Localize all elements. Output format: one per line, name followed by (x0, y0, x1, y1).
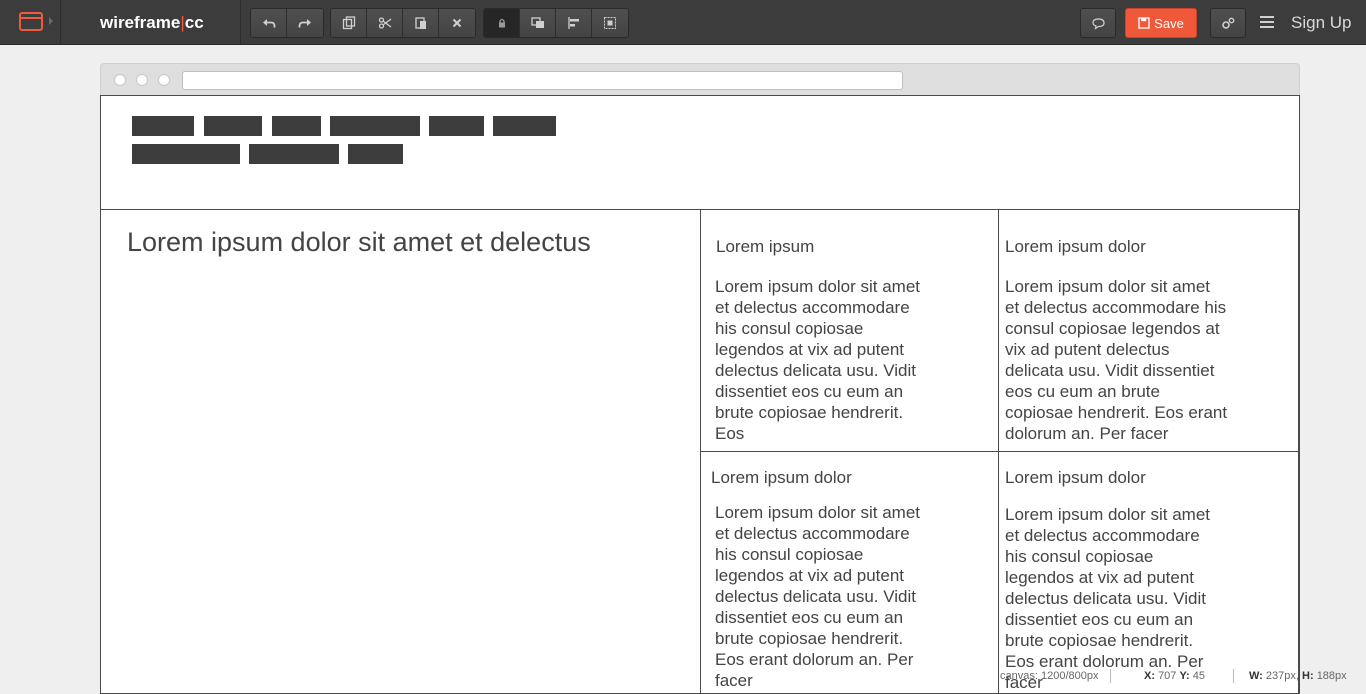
undo-button[interactable] (251, 9, 287, 37)
nav-block[interactable] (429, 116, 484, 136)
duplicate-icon (342, 16, 355, 30)
window-close-dot (114, 74, 126, 86)
cell-body[interactable]: Lorem ipsum dolor sit amet et delectus ac… (1005, 504, 1210, 693)
group-button[interactable] (592, 9, 628, 37)
grid-divider (998, 210, 999, 694)
delete-icon (452, 18, 462, 28)
browser-chrome (100, 63, 1300, 96)
nav-section[interactable] (101, 96, 1299, 210)
nav-block[interactable] (132, 116, 194, 136)
group-icon (604, 17, 616, 29)
grid-divider (1298, 210, 1299, 694)
cursor-position-readout: X: 707 Y: 45 (1144, 670, 1205, 682)
cut-icon (378, 17, 391, 29)
status-divider (1233, 669, 1234, 683)
redo-icon (298, 19, 311, 28)
wireframe-logo-icon (19, 12, 43, 31)
canvas-size-readout: canvas: 1200/800px (1000, 670, 1099, 682)
window-minimize-dot (136, 74, 148, 86)
nav-block[interactable] (204, 116, 262, 136)
wireframe-canvas[interactable]: Lorem ipsum dolor sit amet et delectus L… (100, 95, 1300, 694)
hamburger-menu-icon[interactable] (1260, 16, 1274, 28)
nav-block[interactable] (348, 144, 403, 164)
nav-block[interactable] (272, 116, 321, 136)
lock-icon (498, 18, 505, 28)
redo-button[interactable] (287, 9, 323, 37)
edit-group (330, 8, 476, 38)
grid-divider (700, 210, 701, 694)
selection-size-readout: W: 237px, H: 188px (1249, 670, 1347, 682)
duplicate-button[interactable] (331, 9, 367, 37)
url-bar[interactable] (182, 71, 903, 90)
app-toolbar: wireframe|cc Save Sign Up (0, 0, 1366, 45)
nav-block[interactable] (132, 144, 240, 164)
align-button[interactable] (556, 9, 592, 37)
cell-body[interactable]: Lorem ipsum dolor sit amet et delectus ac… (1005, 276, 1227, 444)
settings-icon (1221, 17, 1234, 29)
cell-title[interactable]: Lorem ipsum (716, 237, 814, 257)
paste-icon (414, 17, 426, 29)
brand-logo: wireframe|cc (61, 0, 241, 45)
align-icon (567, 17, 579, 29)
grid-divider (700, 451, 1299, 452)
cell-title[interactable]: Lorem ipsum dolor (711, 468, 852, 488)
cell-body[interactable]: Lorem ipsum dolor sit amet et delectus ac… (715, 502, 920, 691)
hero-title[interactable]: Lorem ipsum dolor sit amet et delectus (127, 227, 591, 258)
undo-icon (262, 19, 275, 28)
cell-title[interactable]: Lorem ipsum dolor (1005, 237, 1146, 257)
cut-button[interactable] (367, 9, 403, 37)
comment-icon (1091, 17, 1105, 30)
status-divider (1110, 669, 1111, 683)
app-menu-button[interactable] (0, 0, 61, 45)
settings-button[interactable] (1210, 8, 1246, 38)
cell-body[interactable]: Lorem ipsum dolor sit amet et delectus ac… (715, 276, 920, 444)
nav-block[interactable] (249, 144, 339, 164)
history-group (250, 8, 324, 38)
nav-block[interactable] (330, 116, 420, 136)
arrange-group (483, 8, 629, 38)
save-icon (1138, 17, 1150, 29)
cell-title[interactable]: Lorem ipsum dolor (1005, 468, 1146, 488)
caret-right-icon (49, 17, 53, 25)
comment-button[interactable] (1080, 8, 1116, 38)
lock-button[interactable] (484, 9, 520, 37)
sign-up-link[interactable]: Sign Up (1291, 0, 1351, 45)
arrange-icon (530, 17, 544, 28)
delete-button[interactable] (439, 9, 475, 37)
save-button[interactable]: Save (1125, 8, 1197, 38)
window-maximize-dot (158, 74, 170, 86)
nav-block[interactable] (493, 116, 556, 136)
save-label: Save (1154, 15, 1184, 31)
paste-button[interactable] (403, 9, 439, 37)
bring-forward-button[interactable] (520, 9, 556, 37)
